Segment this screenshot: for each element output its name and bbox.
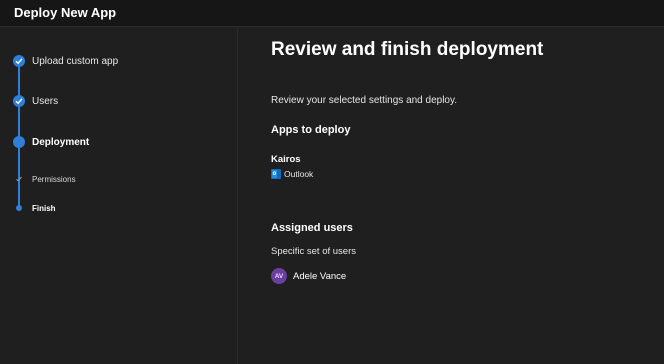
host-label: Outlook — [284, 168, 314, 179]
step-upload-custom-app[interactable]: Upload custom app — [32, 56, 118, 67]
checkmark-icon — [16, 176, 22, 182]
step-complete-icon — [13, 55, 25, 67]
review-panel: Review and finish deployment Review your… — [239, 27, 664, 364]
step-current-icon — [13, 136, 25, 148]
step-finish[interactable]: Finish — [32, 204, 56, 213]
users-section-title: Assigned users — [271, 222, 353, 234]
user-name: Adele Vance — [293, 270, 347, 282]
deploy-app-dialog: Deploy New App Upload custom app Users D… — [0, 0, 664, 364]
apps-section-title: Apps to deploy — [271, 124, 351, 136]
page-description: Review your selected settings and deploy… — [271, 95, 458, 106]
avatar: AV — [271, 268, 287, 284]
wizard-steps-panel: Upload custom app Users Deployment Permi… — [0, 27, 238, 364]
step-permissions[interactable]: Permissions — [32, 175, 76, 184]
title-bar: Deploy New App — [0, 0, 664, 27]
assigned-user: AV Adele Vance — [271, 267, 346, 285]
app-name: Kairos — [271, 154, 301, 165]
step-complete-icon — [13, 95, 25, 107]
dialog-title: Deploy New App — [14, 5, 117, 20]
outlook-icon: o — [271, 168, 281, 179]
step-current-dot-icon — [16, 205, 22, 211]
page-title: Review and finish deployment — [271, 39, 544, 60]
users-scope: Specific set of users — [271, 246, 357, 257]
step-users[interactable]: Users — [32, 96, 58, 107]
step-deployment[interactable]: Deployment — [32, 137, 89, 148]
app-host: o Outlook — [271, 168, 313, 179]
